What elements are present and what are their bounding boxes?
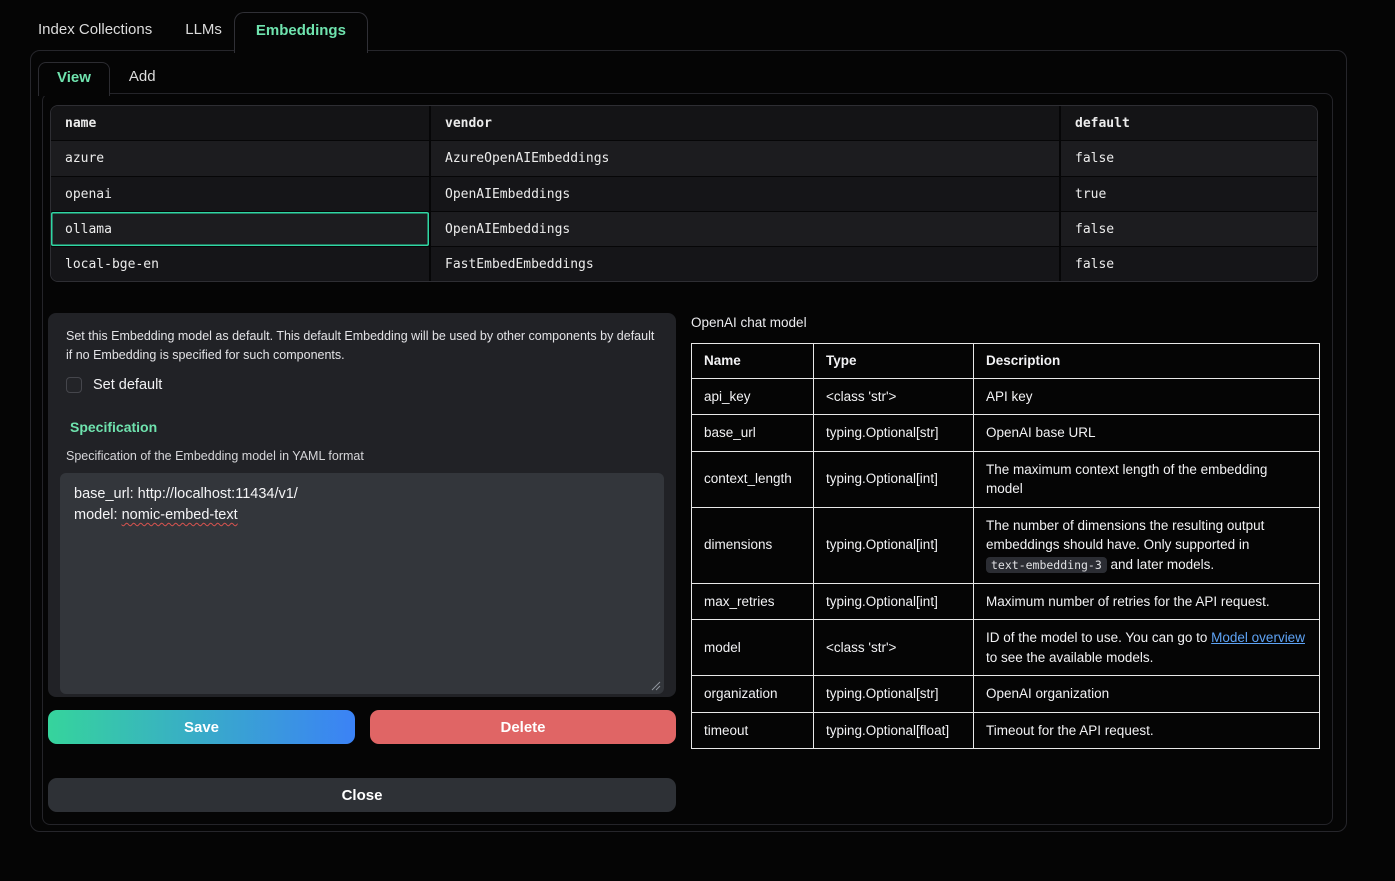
- cell-vendor[interactable]: FastEmbedEmbeddings: [429, 246, 1059, 281]
- spec-cell-type: typing.Optional[float]: [814, 712, 974, 749]
- save-button[interactable]: Save: [48, 710, 355, 744]
- spec-cell-description: The number of dimensions the resulting o…: [974, 507, 1320, 583]
- tab-llms[interactable]: LLMs: [185, 12, 222, 51]
- embedding-config-panel: Set this Embedding model as default. Thi…: [48, 313, 676, 697]
- yaml-line: base_url: http://localhost:11434/v1/: [74, 484, 650, 505]
- spec-cell-type: typing.Optional[int]: [814, 451, 974, 507]
- spec-table-header: Name Type Description: [692, 344, 1320, 379]
- spec-column-type: Type: [814, 344, 974, 379]
- spec-cell-name: api_key: [692, 378, 814, 415]
- spec-row-dimensions: dimensionstyping.Optional[int]The number…: [692, 507, 1320, 583]
- column-header-name: name: [51, 106, 429, 141]
- main-tab-bar: Index Collections LLMs Embeddings: [30, 14, 368, 51]
- spec-row-timeout: timeouttyping.Optional[float]Timeout for…: [692, 712, 1320, 749]
- spec-cell-name: timeout: [692, 712, 814, 749]
- spec-cell-type: typing.Optional[str]: [814, 415, 974, 452]
- cell-vendor[interactable]: AzureOpenAIEmbeddings: [429, 141, 1059, 176]
- embeddings-table: name vendor default azureAzureOpenAIEmbe…: [50, 105, 1318, 282]
- column-header-default: default: [1059, 106, 1317, 141]
- inline-code: text-embedding-3: [986, 557, 1107, 573]
- spec-cell-description: Maximum number of retries for the API re…: [974, 583, 1320, 620]
- cell-name[interactable]: openai: [51, 176, 429, 211]
- tab-embeddings[interactable]: Embeddings: [234, 12, 368, 53]
- close-button[interactable]: Close: [48, 778, 676, 812]
- spec-cell-type: typing.Optional[int]: [814, 507, 974, 583]
- spec-cell-description: Timeout for the API request.: [974, 712, 1320, 749]
- set-default-checkbox-row[interactable]: Set default: [66, 377, 664, 393]
- cell-default[interactable]: false: [1059, 141, 1317, 176]
- spec-table-body: api_key<class 'str'>API keybase_urltypin…: [692, 378, 1320, 749]
- yaml-content: base_url: http://localhost:11434/v1/mode…: [74, 484, 650, 526]
- spec-column-name: Name: [692, 344, 814, 379]
- spec-cell-name: base_url: [692, 415, 814, 452]
- column-header-vendor: vendor: [429, 106, 1059, 141]
- cell-default[interactable]: false: [1059, 211, 1317, 246]
- spec-column-description: Description: [974, 344, 1320, 379]
- yaml-line: model: nomic-embed-text: [74, 505, 650, 526]
- spec-cell-name: context_length: [692, 451, 814, 507]
- spec-row-organization: organizationtyping.Optional[str]OpenAI o…: [692, 676, 1320, 713]
- spec-cell-type: typing.Optional[int]: [814, 583, 974, 620]
- embeddings-table-body: azureAzureOpenAIEmbeddingsfalseopenaiOpe…: [51, 141, 1317, 281]
- cell-name[interactable]: azure: [51, 141, 429, 176]
- set-default-description: Set this Embedding model as default. Thi…: [66, 327, 658, 366]
- spec-cell-name: dimensions: [692, 507, 814, 583]
- spec-cell-name: model: [692, 620, 814, 676]
- spec-cell-description: The maximum context length of the embedd…: [974, 451, 1320, 507]
- embedding-row-openai[interactable]: openaiOpenAIEmbeddingstrue: [51, 176, 1317, 211]
- set-default-checkbox[interactable]: [66, 377, 82, 393]
- spec-cell-type: <class 'str'>: [814, 378, 974, 415]
- set-default-label: Set default: [93, 377, 162, 393]
- embedding-row-local-bge-en[interactable]: local-bge-enFastEmbedEmbeddingsfalse: [51, 246, 1317, 281]
- sub-tab-bar: View Add: [38, 62, 156, 94]
- specification-heading: Specification: [70, 419, 664, 435]
- embedding-row-ollama[interactable]: ollamaOpenAIEmbeddingsfalse: [51, 211, 1317, 246]
- tab-add[interactable]: Add: [129, 62, 156, 94]
- spec-cell-description: OpenAI base URL: [974, 415, 1320, 452]
- delete-button[interactable]: Delete: [370, 710, 676, 744]
- cell-default[interactable]: true: [1059, 176, 1317, 211]
- tab-view[interactable]: View: [38, 62, 110, 96]
- misspelled-text: nomic-embed-text: [122, 507, 238, 523]
- tab-index-collections[interactable]: Index Collections: [38, 12, 152, 51]
- resize-handle-icon[interactable]: [651, 681, 661, 691]
- spec-table: Name Type Description api_key<class 'str…: [691, 343, 1320, 749]
- spec-cell-type: typing.Optional[str]: [814, 676, 974, 713]
- spec-cell-name: organization: [692, 676, 814, 713]
- embeddings-table-header: name vendor default: [51, 106, 1317, 141]
- spec-row-context_length: context_lengthtyping.Optional[int]The ma…: [692, 451, 1320, 507]
- spec-cell-description: API key: [974, 378, 1320, 415]
- cell-name[interactable]: local-bge-en: [51, 246, 429, 281]
- specification-textarea[interactable]: base_url: http://localhost:11434/v1/mode…: [60, 473, 664, 694]
- spec-row-base_url: base_urltyping.Optional[str]OpenAI base …: [692, 415, 1320, 452]
- spec-row-api_key: api_key<class 'str'>API key: [692, 378, 1320, 415]
- spec-cell-type: <class 'str'>: [814, 620, 974, 676]
- spec-row-max_retries: max_retriestyping.Optional[int]Maximum n…: [692, 583, 1320, 620]
- cell-vendor[interactable]: OpenAIEmbeddings: [429, 211, 1059, 246]
- spec-cell-name: max_retries: [692, 583, 814, 620]
- cell-default[interactable]: false: [1059, 246, 1317, 281]
- spec-table-title: OpenAI chat model: [691, 315, 807, 330]
- spec-cell-description: OpenAI organization: [974, 676, 1320, 713]
- cell-name[interactable]: ollama: [51, 211, 429, 246]
- model-overview-link[interactable]: Model overview: [1211, 630, 1305, 645]
- specification-helper-text: Specification of the Embedding model in …: [66, 449, 664, 463]
- embedding-row-azure[interactable]: azureAzureOpenAIEmbeddingsfalse: [51, 141, 1317, 176]
- spec-row-model: model<class 'str'>ID of the model to use…: [692, 620, 1320, 676]
- cell-vendor[interactable]: OpenAIEmbeddings: [429, 176, 1059, 211]
- spec-cell-description: ID of the model to use. You can go to Mo…: [974, 620, 1320, 676]
